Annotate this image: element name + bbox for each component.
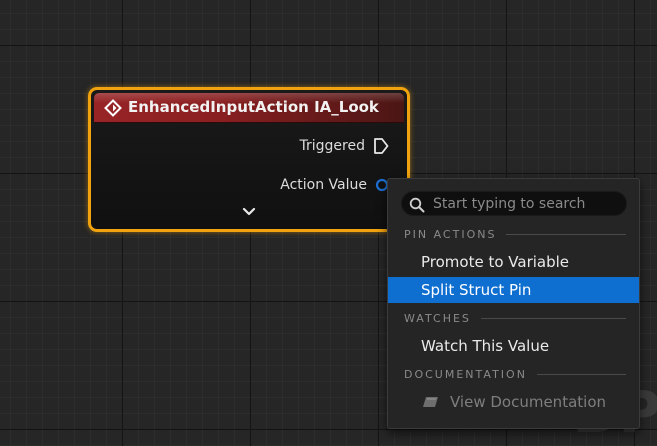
section-label: WATCHES: [404, 311, 471, 325]
enhanced-input-action-node[interactable]: EnhancedInputAction IA_Look Triggered Ac…: [88, 87, 410, 232]
event-diamond-icon: [104, 99, 122, 117]
section-divider: [506, 233, 626, 235]
documentation-book-icon: [423, 397, 438, 407]
exec-pin-icon[interactable]: [373, 137, 389, 155]
menu-item-view-documentation[interactable]: View Documentation: [388, 389, 639, 415]
menu-item-label: Promote to Variable: [421, 253, 570, 271]
pin-triggered-label: Triggered: [299, 138, 365, 154]
search-box[interactable]: [401, 191, 627, 216]
search-input[interactable]: [433, 194, 619, 213]
section-header-documentation: DOCUMENTATION: [404, 366, 626, 382]
node-title: EnhancedInputAction IA_Look: [128, 98, 379, 116]
section-divider: [536, 373, 626, 375]
menu-item-label: View Documentation: [450, 393, 606, 411]
section-label: DOCUMENTATION: [404, 367, 527, 381]
menu-item-promote-to-variable[interactable]: Promote to Variable: [388, 249, 639, 275]
section-label: PIN ACTIONS: [404, 227, 497, 241]
chevron-down-icon[interactable]: [242, 207, 256, 217]
menu-item-watch-this-value[interactable]: Watch This Value: [388, 333, 639, 359]
pin-triggered[interactable]: Triggered: [300, 136, 389, 156]
section-divider: [480, 317, 626, 319]
search-icon: [409, 197, 425, 213]
menu-item-label: Split Struct Pin: [421, 281, 532, 299]
pin-action-value[interactable]: Action Value: [280, 175, 393, 195]
pin-context-menu: PIN ACTIONS Promote to Variable Split St…: [387, 178, 640, 429]
section-header-watches: WATCHES: [404, 310, 626, 326]
section-header-pin-actions: PIN ACTIONS: [404, 226, 626, 242]
menu-item-label: Watch This Value: [421, 337, 550, 355]
node-header[interactable]: EnhancedInputAction IA_Look: [94, 93, 404, 123]
menu-item-split-struct-pin[interactable]: Split Struct Pin: [388, 277, 639, 303]
pin-action-value-label: Action Value: [280, 177, 367, 193]
